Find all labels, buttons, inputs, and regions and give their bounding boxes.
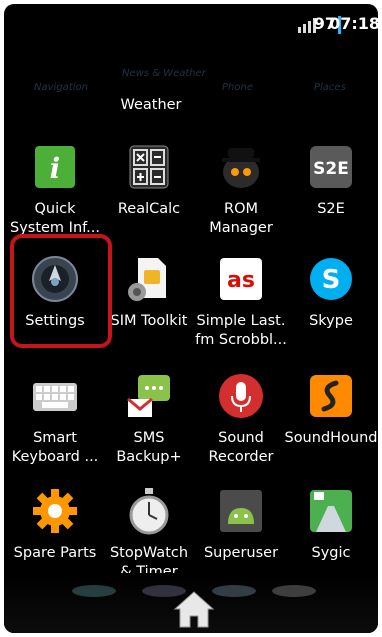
partial-app-label: Weather xyxy=(120,97,182,113)
app-label: SoundHound xyxy=(284,430,378,446)
app-label: Sygic xyxy=(311,545,351,561)
info-icon: i xyxy=(30,142,80,192)
svg-text:as: as xyxy=(227,268,255,293)
app-soundhound[interactable]: SoundHound xyxy=(284,371,378,487)
app-label: Sound Recorder xyxy=(208,430,274,465)
app-skype[interactable]: S Skype xyxy=(284,254,378,370)
app-simple-last-fm-scrobbl[interactable]: as Simple Last. fm Scrobbl... xyxy=(194,254,288,370)
app-rom-manager[interactable]: ROM Manager xyxy=(194,142,288,258)
stopwatch-icon xyxy=(124,486,174,536)
app-label: SMS Backup+ xyxy=(116,430,182,465)
app-label: ROM Manager xyxy=(209,201,273,236)
dock xyxy=(4,573,378,633)
app-sim-toolkit[interactable]: SIM Toolkit xyxy=(102,254,196,370)
calculator-icon xyxy=(124,142,174,192)
s2e-icon: S2E xyxy=(306,142,356,192)
sim-card-icon xyxy=(124,254,174,304)
ghost-label: Navigation xyxy=(34,82,88,93)
rom-manager-icon xyxy=(216,142,266,192)
app-label: Skype xyxy=(309,313,353,329)
app-drawer-screen: 97 07:18 Navigation News & Weather Phone… xyxy=(4,4,378,633)
app-label: Simple Last. fm Scrobbl... xyxy=(195,313,287,348)
ghost-label: Places xyxy=(314,82,346,93)
map-navigation-icon xyxy=(306,486,356,536)
gear-icon xyxy=(30,486,80,536)
app-label: RealCalc xyxy=(117,201,181,217)
app-label: Quick System Inf... xyxy=(9,201,101,236)
app-sms-backup[interactable]: SMS Backup+ xyxy=(102,371,196,487)
keyboard-icon xyxy=(30,371,80,421)
app-label: Smart Keyboard ... xyxy=(11,430,99,465)
sms-backup-icon xyxy=(124,371,174,421)
reflected-app-row: Navigation News & Weather Phone Places xyxy=(4,64,378,100)
app-label: Superuser xyxy=(203,545,279,561)
app-s2e[interactable]: S2E S2E xyxy=(284,142,378,258)
app-label: SIM Toolkit xyxy=(110,313,188,329)
svg-text:S: S xyxy=(322,265,341,295)
app-sound-recorder[interactable]: Sound Recorder xyxy=(194,371,288,487)
ghost-label: Phone xyxy=(222,82,253,93)
svg-text:i: i xyxy=(50,152,61,185)
android-icon xyxy=(216,486,266,536)
app-smart-keyboard[interactable]: Smart Keyboard ... xyxy=(8,371,102,487)
selection-highlight xyxy=(10,234,112,348)
ghost-label: News & Weather xyxy=(122,68,206,79)
svg-text:S2E: S2E xyxy=(313,159,349,179)
microphone-icon xyxy=(216,371,266,421)
skype-icon: S xyxy=(306,254,356,304)
clock: 07:18 xyxy=(329,14,378,33)
app-label: S2E xyxy=(317,201,345,217)
soundhound-icon xyxy=(306,371,356,421)
app-realcalc[interactable]: RealCalc xyxy=(102,142,196,258)
status-bar: 97 07:18 xyxy=(4,4,378,44)
home-icon[interactable] xyxy=(172,589,216,629)
lastfm-icon: as xyxy=(216,254,266,304)
app-label: Spare Parts xyxy=(13,545,97,561)
